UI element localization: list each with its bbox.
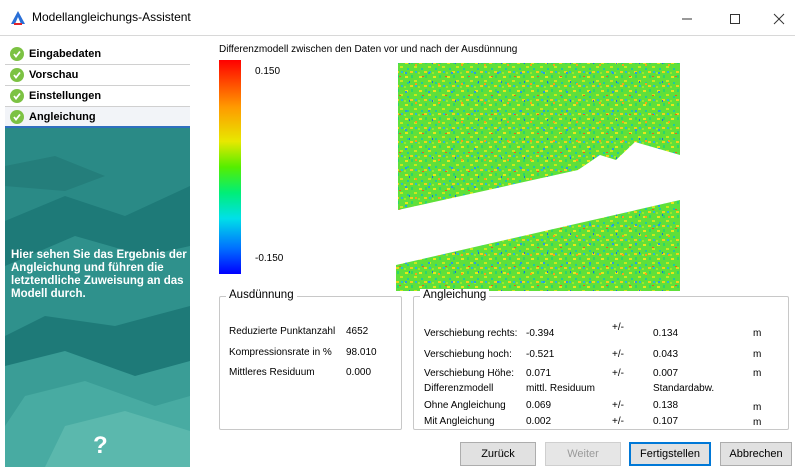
- shift-height-dev: 0.007: [653, 368, 679, 379]
- maximize-button[interactable]: [712, 6, 758, 32]
- shift-height-unit: m: [753, 368, 762, 379]
- color-scale-max: 0.150: [255, 66, 281, 77]
- close-icon: [773, 13, 785, 25]
- without-adjustment-label: Ohne Angleichung: [424, 400, 506, 411]
- with-adjustment-value: 0.002: [526, 416, 552, 427]
- minimize-icon: [682, 18, 692, 20]
- sidebar-info-text: Hier sehen Sie das Ergebnis der Angleich…: [11, 249, 187, 300]
- without-adjustment-unit: m: [753, 402, 762, 413]
- maximize-icon: [730, 14, 740, 24]
- help-icon[interactable]: ?: [93, 432, 108, 460]
- wizard-sidebar: Eingabedaten Vorschau Einstellungen Angl…: [5, 44, 190, 467]
- shift-up-unit: m: [753, 349, 762, 360]
- back-button[interactable]: Zurück: [460, 442, 536, 466]
- ausduennung-group: Ausdünnung Reduzierte Punktanzahl 4652 K…: [219, 289, 402, 430]
- angleichung-group: Angleichung Verschiebung rechts: -0.394 …: [413, 289, 789, 430]
- difference-model-map: [396, 63, 680, 291]
- mean-residual-label: Mittleres Residuum: [229, 367, 315, 378]
- without-adjustment-value: 0.069: [526, 400, 552, 411]
- cancel-button[interactable]: Abbrechen: [720, 442, 792, 466]
- shift-right-dev: 0.134: [653, 328, 679, 339]
- shift-up-dev: 0.043: [653, 349, 679, 360]
- mean-residual-header: mittl. Residuum: [526, 383, 595, 394]
- compression-rate-value: 98.010: [346, 347, 377, 358]
- with-adjustment-dev: 0.107: [653, 416, 679, 427]
- step-einstellungen[interactable]: Einstellungen: [5, 86, 190, 107]
- step-vorschau[interactable]: Vorschau: [5, 65, 190, 86]
- shift-up-value: -0.521: [526, 349, 555, 360]
- with-adjustment-unit: m: [753, 417, 762, 428]
- difference-model-label: Differenzmodell: [424, 383, 494, 394]
- close-button[interactable]: [756, 6, 795, 32]
- shift-height-value: 0.071: [526, 368, 552, 379]
- shift-up-label: Verschiebung hoch:: [424, 349, 512, 360]
- without-adjustment-pm: +/-: [612, 400, 624, 411]
- shift-right-unit: m: [753, 328, 762, 339]
- check-circle-icon: [10, 89, 24, 103]
- angleichung-group-title: Angleichung: [420, 289, 490, 301]
- minimize-button[interactable]: [664, 6, 710, 32]
- check-circle-icon: [10, 68, 24, 82]
- step-eingabedaten[interactable]: Eingabedaten: [5, 44, 190, 65]
- wizard-steps: Eingabedaten Vorschau Einstellungen Angl…: [5, 44, 190, 128]
- title-bar: Modellangleichungs-Assistent: [0, 0, 795, 36]
- reduced-point-count-value: 4652: [346, 326, 369, 337]
- step-label: Angleichung: [29, 110, 96, 123]
- step-label: Vorschau: [29, 69, 79, 81]
- color-scale-min: -0.150: [255, 253, 284, 264]
- ausduennung-group-title: Ausdünnung: [226, 289, 297, 301]
- std-deviation-header: Standardabw.: [653, 383, 715, 394]
- step-label: Eingabedaten: [29, 48, 102, 60]
- shift-right-value: -0.394: [526, 328, 555, 339]
- shift-right-pm: +/-: [612, 322, 624, 333]
- shift-height-pm: +/-: [612, 368, 624, 379]
- shift-up-pm: +/-: [612, 349, 624, 360]
- with-adjustment-label: Mit Angleichung: [424, 416, 495, 427]
- check-circle-icon: [10, 109, 24, 124]
- compression-rate-label: Kompressionsrate in %: [229, 347, 332, 358]
- app-logo-icon: [11, 11, 25, 25]
- step-angleichung[interactable]: Angleichung: [5, 107, 190, 128]
- with-adjustment-pm: +/-: [612, 416, 624, 427]
- step-label: Einstellungen: [29, 90, 102, 102]
- without-adjustment-dev: 0.138: [653, 400, 679, 411]
- shift-height-label: Verschiebung Höhe:: [424, 368, 515, 379]
- next-button[interactable]: Weiter: [545, 442, 621, 466]
- mean-residual-value: 0.000: [346, 367, 372, 378]
- check-circle-icon: [10, 47, 24, 61]
- finish-button[interactable]: Fertigstellen: [629, 442, 711, 466]
- shift-right-label: Verschiebung rechts:: [424, 328, 518, 339]
- window-title: Modellangleichungs-Assistent: [32, 10, 191, 24]
- reduced-point-count-label: Reduzierte Punktanzahl: [229, 326, 336, 337]
- color-scale-bar: [219, 60, 241, 274]
- preview-caption: Differenzmodell zwischen den Daten vor u…: [219, 44, 518, 55]
